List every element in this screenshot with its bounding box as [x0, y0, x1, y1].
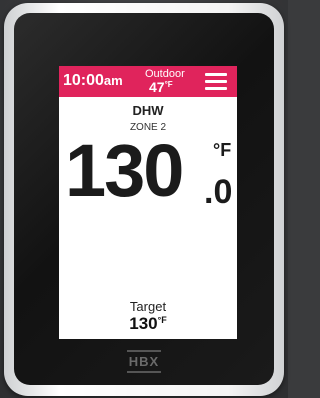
thermostat-screen: 10:00am Outdoor 47°F DHW ZONE 2 130 °F .… — [59, 66, 237, 339]
target-temperature[interactable]: 130°F — [59, 314, 237, 334]
outdoor-temp-unit: °F — [164, 80, 173, 89]
outdoor-temp-value: 47 — [149, 79, 165, 95]
menu-line — [205, 80, 227, 83]
brand-logo: HBX — [127, 350, 161, 374]
logo-top-bar — [127, 350, 161, 352]
outdoor-temperature: 47°F — [149, 79, 173, 95]
clock-ampm: am — [103, 73, 123, 88]
current-temperature: 130 — [65, 129, 184, 212]
target-temp-value: 130 — [129, 314, 158, 333]
menu-line — [205, 87, 227, 90]
target-label: Target — [129, 299, 167, 314]
current-temperature-unit: °F — [213, 140, 232, 160]
logo-text: HBX — [128, 354, 160, 369]
hamburger-menu-icon[interactable] — [205, 73, 227, 91]
clock-time: 10:00 — [63, 72, 104, 89]
menu-line — [205, 73, 227, 76]
zone-title[interactable]: DHW — [59, 103, 237, 118]
current-temperature-decimal: .0 — [204, 173, 233, 211]
target-temp-unit: °F — [157, 315, 167, 325]
clock: 10:00am — [63, 72, 123, 90]
top-bar: 10:00am Outdoor 47°F — [59, 66, 237, 97]
logo-bottom-bar — [127, 371, 161, 373]
